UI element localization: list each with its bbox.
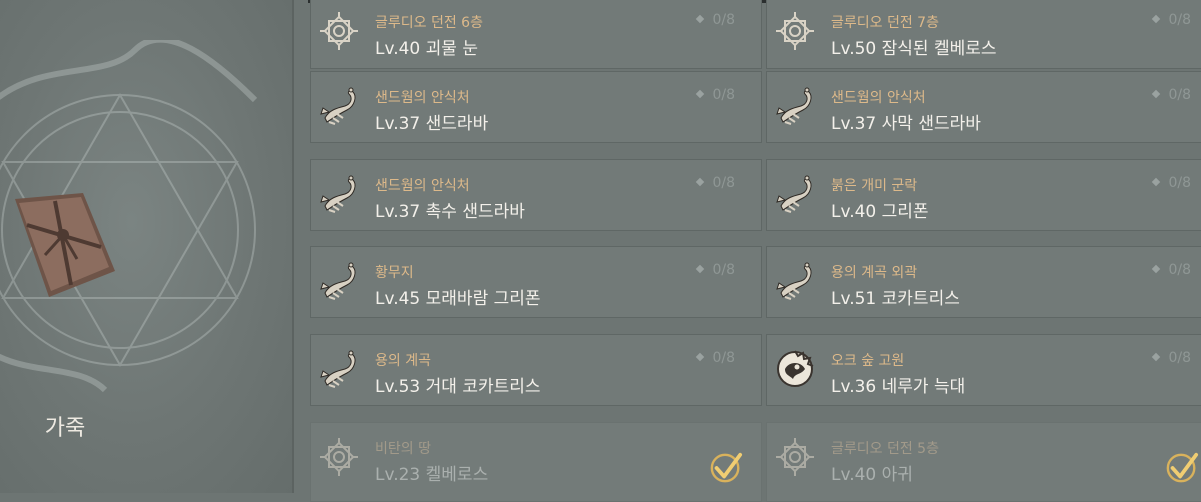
scorpion-icon — [773, 259, 817, 303]
region-name: 글루디오 던전 5층 — [831, 441, 939, 457]
diamond-icon — [696, 352, 705, 362]
drop-count-value: 0/8 — [712, 175, 735, 191]
drop-count: 0/8 — [1152, 175, 1191, 191]
monster-name: Lv.45 모래바람 그리폰 — [375, 289, 541, 309]
diamond-icon — [696, 89, 705, 99]
monster-name: Lv.37 촉수 샌드라바 — [375, 202, 525, 222]
region-name: 글루디오 던전 6층 — [375, 15, 483, 31]
leather-bundle-icon — [15, 193, 115, 297]
scorpion-icon — [317, 172, 361, 216]
scorpion-icon — [317, 347, 361, 391]
material-name: 가죽 — [44, 416, 86, 441]
monster-name: Lv.53 거대 코카트리스 — [375, 377, 541, 397]
drop-count-value: 0/8 — [712, 350, 735, 366]
panel-divider — [292, 0, 294, 493]
scorpion-icon — [317, 259, 361, 303]
drop-source-card[interactable]: 글루디오 던전 7층 Lv.50 잠식된 켈베로스 0/8 — [766, 0, 1201, 69]
monster-name: Lv.36 네루가 늑대 — [831, 377, 966, 397]
drop-count: 0/8 — [1152, 87, 1191, 103]
scorpion-icon — [773, 172, 817, 216]
drop-count-value: 0/8 — [1168, 87, 1191, 103]
drop-count: 0/8 — [696, 12, 735, 28]
drop-source-card[interactable]: 비탄의 땅 Lv.23 켈베로스 — [310, 422, 762, 502]
orc-crest-icon — [773, 347, 817, 391]
diamond-icon — [696, 177, 705, 187]
drop-count-value: 0/8 — [1168, 350, 1191, 366]
diamond-icon — [1152, 89, 1161, 99]
drop-source-card[interactable]: 샌드웜의 안식처 Lv.37 샌드라바 0/8 — [310, 71, 762, 143]
drop-source-card[interactable]: 글루디오 던전 5층 Lv.40 아귀 — [766, 422, 1201, 502]
completed-check-icon — [1165, 451, 1199, 489]
drop-count: 0/8 — [696, 175, 735, 191]
drop-count: 0/8 — [1152, 262, 1191, 278]
drop-count: 0/8 — [1152, 350, 1191, 366]
region-name: 샌드웜의 안식처 — [375, 178, 470, 194]
drop-source-card[interactable]: 용의 계곡 Lv.53 거대 코카트리스 0/8 — [310, 334, 762, 406]
diamond-icon — [696, 14, 705, 24]
diamond-icon — [1152, 264, 1161, 274]
monster-name: Lv.40 아귀 — [831, 465, 913, 485]
monster-name: Lv.50 잠식된 켈베로스 — [831, 39, 997, 59]
monster-name: Lv.51 코카트리스 — [831, 289, 960, 309]
star-seal-icon — [317, 435, 361, 479]
completed-check-icon — [709, 451, 743, 489]
drop-source-card[interactable]: 글루디오 던전 6층 Lv.40 괴물 눈 0/8 — [310, 0, 762, 69]
drop-source-card[interactable]: 황무지 Lv.45 모래바람 그리폰 0/8 — [310, 246, 762, 318]
drop-source-card[interactable]: 오크 숲 고원 Lv.36 네루가 늑대 0/8 — [766, 334, 1201, 406]
region-name: 붉은 개미 군락 — [831, 178, 918, 194]
material-panel: 가죽 — [0, 0, 292, 493]
drop-count: 0/8 — [696, 262, 735, 278]
drop-source-card[interactable]: 샌드웜의 안식처 Lv.37 촉수 샌드라바 0/8 — [310, 159, 762, 231]
monster-name: Lv.37 사막 샌드라바 — [831, 114, 981, 134]
monster-name: Lv.23 켈베로스 — [375, 465, 489, 485]
region-name: 오크 숲 고원 — [831, 353, 905, 369]
region-name: 샌드웜의 안식처 — [831, 90, 926, 106]
scorpion-icon — [773, 84, 817, 128]
region-name: 글루디오 던전 7층 — [831, 15, 939, 31]
region-name: 샌드웜의 안식처 — [375, 90, 470, 106]
drop-count-value: 0/8 — [712, 262, 735, 278]
drop-source-card[interactable]: 붉은 개미 군락 Lv.40 그리폰 0/8 — [766, 159, 1201, 231]
drop-source-card[interactable]: 샌드웜의 안식처 Lv.37 사막 샌드라바 0/8 — [766, 71, 1201, 143]
star-seal-icon — [317, 9, 361, 53]
drop-source-card[interactable]: 용의 계곡 외곽 Lv.51 코카트리스 0/8 — [766, 246, 1201, 318]
region-name: 용의 계곡 외곽 — [831, 265, 918, 281]
scorpion-icon — [317, 84, 361, 128]
diamond-icon — [696, 264, 705, 274]
drop-count-value: 0/8 — [1168, 262, 1191, 278]
drop-count-value: 0/8 — [1168, 175, 1191, 191]
drop-count-value: 0/8 — [712, 87, 735, 103]
star-seal-icon — [773, 435, 817, 479]
drop-count: 0/8 — [1152, 12, 1191, 28]
drop-count-value: 0/8 — [712, 12, 735, 28]
drop-count: 0/8 — [696, 350, 735, 366]
region-name: 용의 계곡 — [375, 353, 431, 369]
region-name: 황무지 — [375, 265, 414, 281]
diamond-icon — [1152, 352, 1161, 362]
drop-count: 0/8 — [696, 87, 735, 103]
monster-name: Lv.40 그리폰 — [831, 202, 929, 222]
diamond-icon — [1152, 14, 1161, 24]
monster-name: Lv.40 괴물 눈 — [375, 39, 478, 59]
monster-name: Lv.37 샌드라바 — [375, 114, 489, 134]
drop-count-value: 0/8 — [1168, 12, 1191, 28]
diamond-icon — [1152, 177, 1161, 187]
star-seal-icon — [773, 9, 817, 53]
region-name: 비탄의 땅 — [375, 441, 431, 457]
